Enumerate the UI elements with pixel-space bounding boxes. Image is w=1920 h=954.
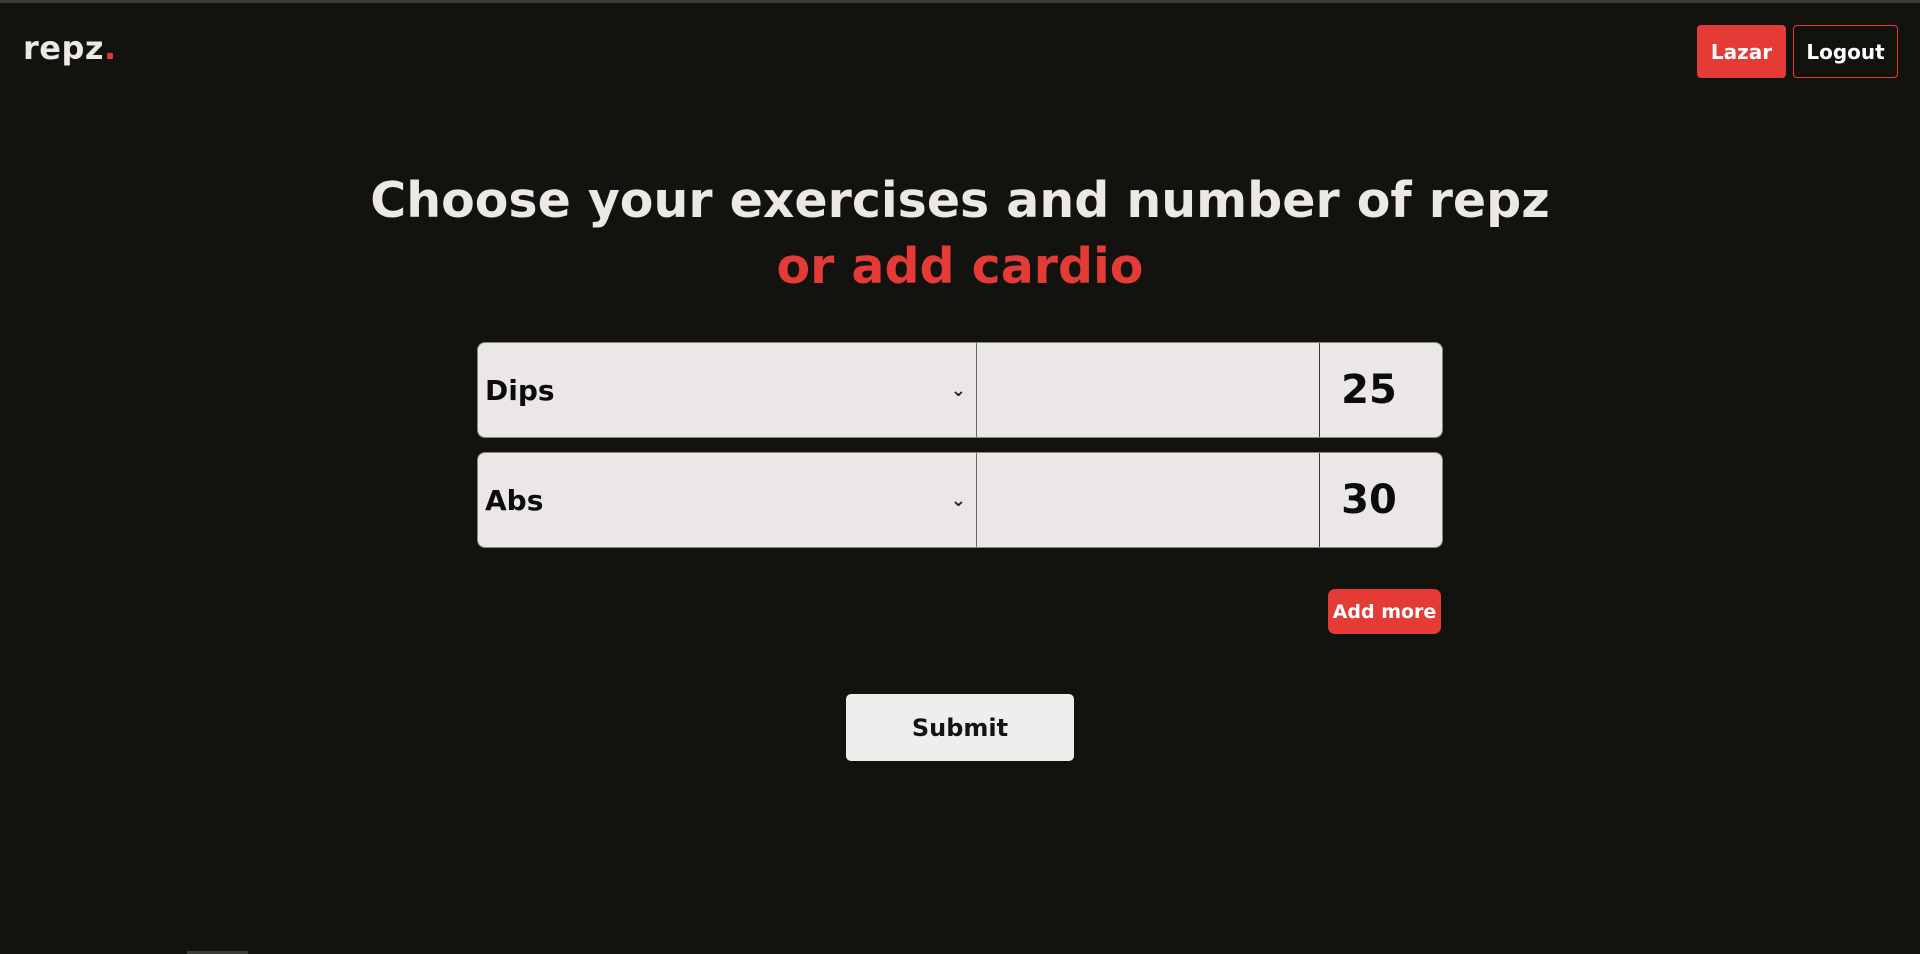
exercise-extra-field[interactable] [977, 453, 1320, 547]
exercise-extra-field[interactable] [977, 343, 1320, 437]
reps-input[interactable]: 30 [1320, 453, 1442, 547]
logout-button[interactable]: Logout [1793, 25, 1898, 78]
add-more-button[interactable]: Add more [1328, 589, 1441, 634]
logo[interactable]: repz. [23, 29, 117, 67]
logo-text: repz [23, 29, 105, 67]
user-profile-button[interactable]: Lazar [1697, 25, 1786, 78]
exercise-select-value: Dips [485, 373, 555, 407]
exercise-select-value: Abs [485, 483, 544, 517]
logo-dot: . [104, 29, 117, 67]
reps-input[interactable]: 25 [1320, 343, 1442, 437]
add-cardio-link[interactable]: or add cardio [0, 234, 1920, 300]
chevron-down-icon: ⌄ [950, 379, 966, 401]
window-top-border [0, 0, 1920, 3]
exercise-row: Dips ⌄ 25 [477, 342, 1443, 438]
exercise-row: Abs ⌄ 30 [477, 452, 1443, 548]
page-title: Choose your exercises and number of repz… [0, 168, 1920, 300]
exercise-select[interactable]: Dips ⌄ [478, 343, 977, 437]
chevron-down-icon: ⌄ [950, 489, 966, 511]
exercise-select[interactable]: Abs ⌄ [478, 453, 977, 547]
submit-button[interactable]: Submit [846, 694, 1074, 761]
page-title-main: Choose your exercises and number of repz [370, 172, 1550, 229]
